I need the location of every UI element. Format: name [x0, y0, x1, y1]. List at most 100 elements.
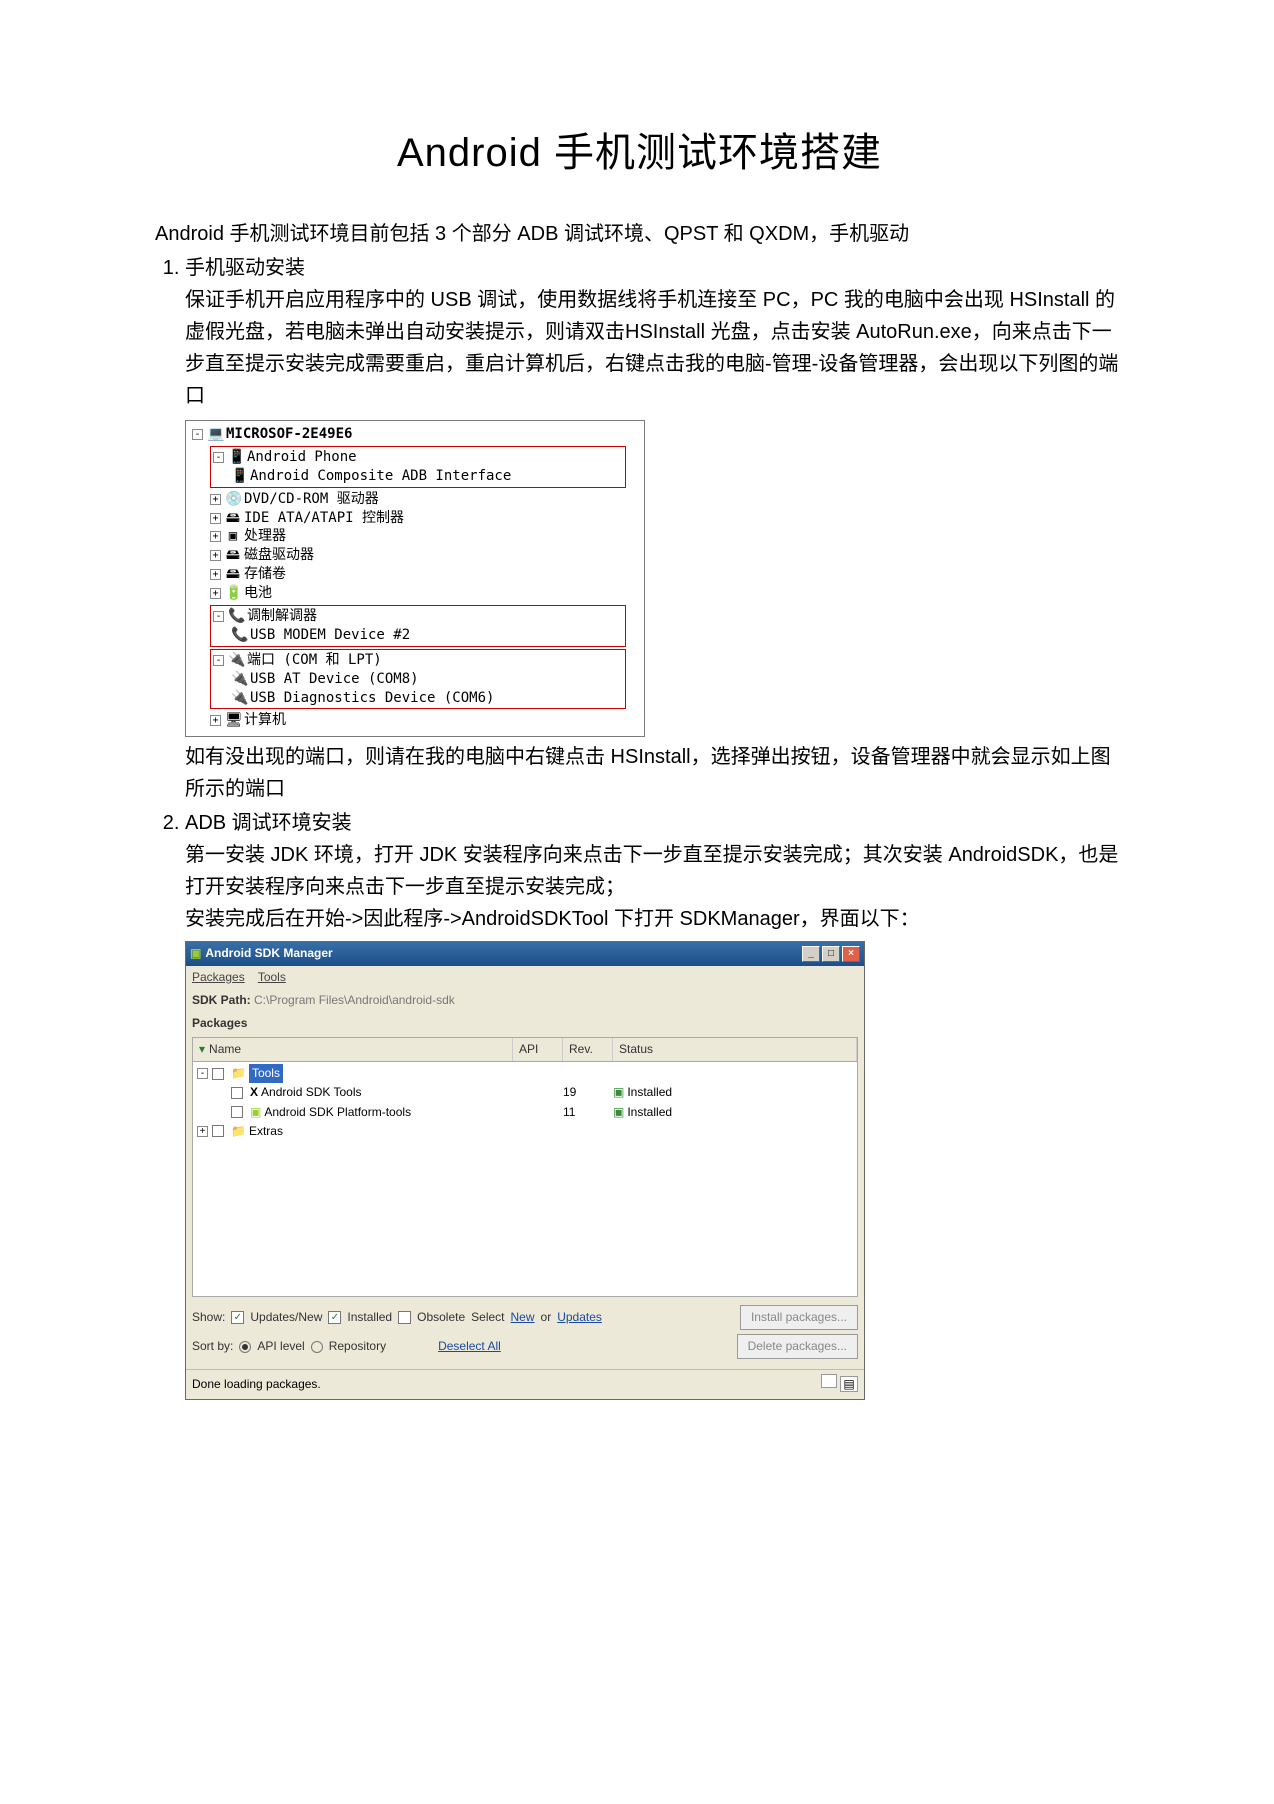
phone-icon: 📱	[228, 448, 244, 467]
section-2-para-2: 安装完成后在开始->因此程序->AndroidSDKTool 下打开 SDKMa…	[185, 903, 1124, 935]
x-icon: X	[250, 1083, 258, 1102]
expand-icon: +	[210, 494, 221, 505]
sdk-packages-label: Packages	[186, 1012, 864, 1035]
devmgr-battery: 电池	[244, 584, 272, 603]
close-button[interactable]: ×	[842, 946, 860, 962]
disc-icon: 💿	[225, 490, 241, 509]
section-1-para-1: 保证手机开启应用程序中的 USB 调试，使用数据线将手机连接至 PC，PC 我的…	[185, 284, 1124, 412]
sdk-footer: Show: ✓Updates/New ✓Installed Obsolete S…	[186, 1299, 864, 1369]
disk-icon: 🖴	[225, 546, 241, 565]
installed-icon: ▣	[613, 1085, 624, 1099]
deselect-all-link[interactable]: Deselect All	[438, 1337, 501, 1356]
android-small-icon: ▣	[250, 1103, 261, 1122]
select-updates-link[interactable]: Updates	[557, 1308, 602, 1327]
menu-packages[interactable]: Packages	[192, 970, 245, 984]
checkbox-installed[interactable]: ✓	[328, 1311, 341, 1324]
devmgr-usb-diag: USB Diagnostics Device (COM6)	[250, 689, 494, 708]
table-row[interactable]: - 📁Tools	[193, 1064, 857, 1083]
maximize-button[interactable]: □	[822, 946, 840, 962]
collapse-icon[interactable]: -	[197, 1068, 208, 1079]
devmgr-vol: 存储卷	[244, 565, 286, 584]
modem-icon: 📞	[228, 607, 244, 626]
expand-icon: +	[210, 550, 221, 561]
sort-icon: ▾	[199, 1042, 205, 1056]
plat-tools-label: Android SDK Platform-tools	[264, 1103, 411, 1122]
plat-tools-rev: 11	[563, 1103, 613, 1122]
device-manager-figure: -💻MICROSOF-2E49E6 -📱Android Phone 📱Andro…	[185, 420, 645, 737]
devmgr-usb-at: USB AT Device (COM8)	[250, 670, 419, 689]
installed-icon: ▣	[613, 1105, 624, 1119]
sdk-manager-figure: ▣ Android SDK Manager _ □ × Packages Too…	[185, 941, 865, 1399]
section-1-para-2: 如有没出现的端口，则请在我的电脑中右键点击 HSInstall，选择弹出按钮，设…	[185, 741, 1124, 805]
select-label: Select	[471, 1308, 504, 1327]
devmgr-android-adb: Android Composite ADB Interface	[250, 467, 511, 486]
sdk-title-text: Android SDK Manager	[205, 944, 332, 963]
checkbox-obsolete[interactable]	[398, 1311, 411, 1324]
table-row[interactable]: ▣Android SDK Platform-tools 11 ▣Installe…	[193, 1103, 857, 1122]
main-ordered-list: 手机驱动安装 保证手机开启应用程序中的 USB 调试，使用数据线将手机连接至 P…	[155, 252, 1124, 1400]
expand-icon: -	[213, 655, 224, 666]
expand-icon: +	[210, 569, 221, 580]
expand-icon: -	[213, 452, 224, 463]
folder-icon: 📁	[231, 1122, 246, 1141]
modem-highlight: -📞调制解调器 📞USB MODEM Device #2	[210, 605, 626, 647]
volume-icon: 🖴	[225, 565, 241, 584]
checkbox-updates[interactable]: ✓	[231, 1311, 244, 1324]
repository-label: Repository	[329, 1337, 386, 1356]
col-rev[interactable]: Rev.	[563, 1038, 613, 1061]
table-row[interactable]: XAndroid SDK Tools 19 ▣Installed	[193, 1083, 857, 1102]
col-status[interactable]: Status	[613, 1038, 857, 1061]
devmgr-disk: 磁盘驱动器	[244, 546, 314, 565]
checkbox[interactable]	[231, 1087, 243, 1099]
sdk-titlebar: ▣ Android SDK Manager _ □ ×	[186, 942, 864, 965]
install-packages-button[interactable]: Install packages...	[740, 1305, 858, 1330]
sdk-menubar: Packages Tools	[186, 966, 864, 989]
computer-icon: 💻	[207, 425, 223, 444]
page-title: Android 手机测试环境搭建	[155, 120, 1124, 178]
sdk-statusbar: Done loading packages. ▤	[186, 1369, 864, 1398]
computer-node-icon: 🖥	[225, 711, 241, 730]
modem-device-icon: 📞	[231, 626, 247, 645]
delete-packages-button[interactable]: Delete packages...	[737, 1334, 858, 1359]
android-phone-highlight: -📱Android Phone 📱Android Composite ADB I…	[210, 446, 626, 488]
folder-icon: 📁	[231, 1064, 246, 1083]
expand-icon: -	[192, 429, 203, 440]
table-row[interactable]: +📁Extras	[193, 1122, 857, 1141]
checkbox[interactable]	[231, 1106, 243, 1118]
section-2-heading: ADB 调试环境安装	[185, 812, 352, 834]
installed-label: Installed	[347, 1308, 392, 1327]
select-new-link[interactable]: New	[511, 1308, 535, 1327]
minimize-button[interactable]: _	[802, 946, 820, 962]
com-port-icon: 🔌	[231, 689, 247, 708]
updates-label: Updates/New	[250, 1308, 322, 1327]
expand-icon: +	[210, 513, 221, 524]
expand-icon: +	[210, 531, 221, 542]
col-api[interactable]: API	[513, 1038, 563, 1061]
devmgr-usb-modem: USB MODEM Device #2	[250, 626, 410, 645]
checkbox[interactable]	[212, 1068, 224, 1080]
devmgr-cpu: 处理器	[244, 527, 286, 546]
com-port-icon: 🔌	[231, 670, 247, 689]
section-2-para-1: 第一安装 JDK 环境，打开 JDK 安装程序向来点击下一步直至提示安装完成；其…	[185, 839, 1124, 903]
section-2: ADB 调试环境安装 第一安装 JDK 环境，打开 JDK 安装程序向来点击下一…	[185, 807, 1124, 1399]
expand-icon[interactable]: +	[197, 1126, 208, 1137]
menu-tools[interactable]: Tools	[258, 970, 286, 984]
device-icon: 📱	[231, 467, 247, 486]
tools-folder-label: Tools	[249, 1064, 283, 1083]
devmgr-ide: IDE ATA/ATAPI 控制器	[244, 509, 404, 528]
sdk-tools-status: Installed	[627, 1085, 672, 1099]
section-1: 手机驱动安装 保证手机开启应用程序中的 USB 调试，使用数据线将手机连接至 P…	[185, 252, 1124, 805]
checkbox[interactable]	[212, 1125, 224, 1137]
or-label: or	[541, 1308, 552, 1327]
radio-repository[interactable]	[311, 1341, 323, 1353]
log-button[interactable]: ▤	[840, 1376, 858, 1392]
port-icon: 🔌	[228, 651, 244, 670]
section-1-heading: 手机驱动安装	[185, 257, 305, 279]
col-name[interactable]: Name	[209, 1042, 241, 1056]
android-icon: ▣	[190, 944, 201, 963]
sdk-path-value: C:\Program Files\Android\android-sdk	[254, 993, 455, 1007]
devmgr-dvd: DVD/CD-ROM 驱动器	[244, 490, 379, 509]
show-label: Show:	[192, 1308, 225, 1327]
sdk-path-row: SDK Path: C:\Program Files\Android\andro…	[186, 989, 864, 1012]
radio-api-level[interactable]	[239, 1341, 251, 1353]
